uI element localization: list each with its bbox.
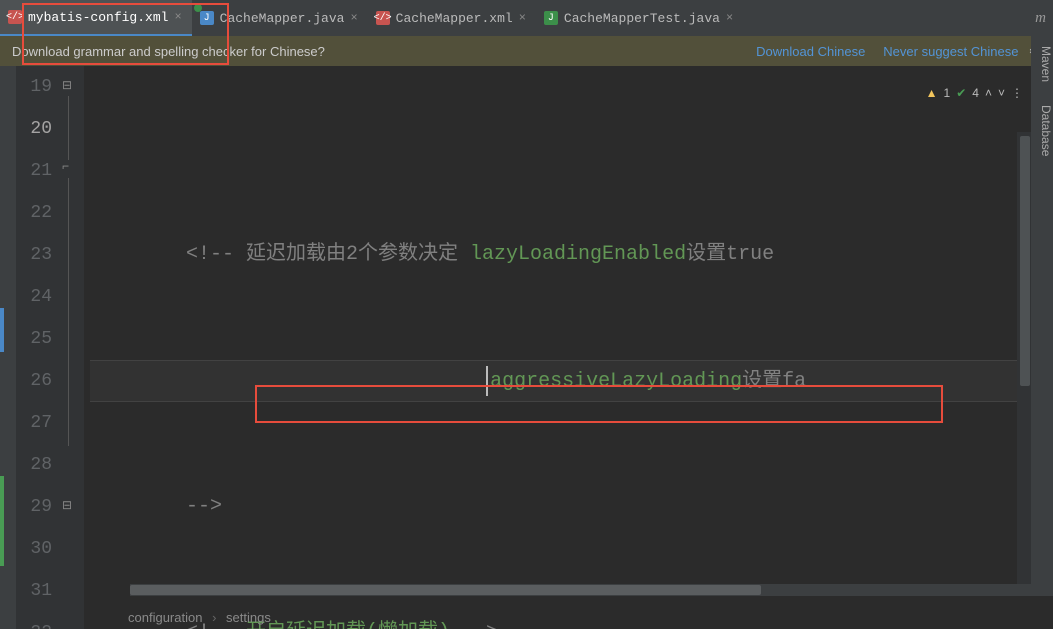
ok-icon: ✔ — [956, 72, 966, 114]
code-line: --> — [90, 486, 1053, 528]
chevron-up-icon[interactable]: ˄ — [985, 72, 992, 114]
chevron-down-icon[interactable]: ˅ — [998, 72, 1005, 114]
tab-label: CacheMapper.java — [220, 11, 345, 26]
tab-mybatis-config[interactable]: </> mybatis-config.xml × — [0, 0, 192, 36]
breadcrumb[interactable]: configuration › settings — [128, 610, 271, 625]
vcs-marker — [0, 476, 4, 566]
code-line: aggressiveLazyLoading设置fa — [90, 360, 1053, 402]
right-tool-strip: m Maven Database — [1031, 36, 1053, 596]
ok-count: 4 — [972, 72, 979, 114]
xml-icon: </> — [376, 11, 390, 25]
editor: 1920212223242526272829303132 ⊟ ⌐ ⊟ ▲1 ✔4… — [0, 66, 1053, 629]
breadcrumb-item[interactable]: configuration — [128, 610, 202, 625]
tab-label: mybatis-config.xml — [28, 10, 168, 25]
fold-collapse-icon[interactable]: ⊟ — [62, 498, 72, 513]
tab-cachemapper-java[interactable]: J CacheMapper.java × — [192, 0, 368, 36]
close-icon[interactable]: × — [726, 11, 733, 25]
warning-icon: ▲ — [926, 72, 938, 114]
database-tool-button[interactable]: Database — [1036, 95, 1053, 166]
code-line: <!-- 延迟加载由2个参数决定 lazyLoadingEnabled设置tru… — [90, 234, 1053, 276]
chevron-right-icon: › — [212, 610, 216, 625]
close-icon[interactable]: × — [174, 10, 181, 24]
scrollbar-thumb[interactable] — [130, 585, 761, 595]
inspection-indicators[interactable]: ▲1 ✔4 ˄ ˅ ⋮ — [926, 72, 1023, 114]
banner-message: Download grammar and spelling checker fo… — [12, 44, 738, 59]
fold-end-icon[interactable]: ⌐ — [62, 160, 69, 174]
dirty-indicator — [194, 4, 202, 12]
scrollbar-thumb[interactable] — [1020, 136, 1030, 386]
download-chinese-link[interactable]: Download Chinese — [756, 44, 865, 59]
close-icon[interactable]: × — [519, 11, 526, 25]
editor-tabs: </> mybatis-config.xml × J CacheMapper.j… — [0, 0, 1053, 36]
caret — [486, 366, 488, 396]
logo-icon: m — [1032, 0, 1049, 37]
fold-collapse-icon[interactable]: ⊟ — [62, 78, 72, 93]
never-suggest-link[interactable]: Never suggest Chinese — [883, 44, 1018, 59]
xml-icon: </> — [8, 10, 22, 24]
test-icon: J — [544, 11, 558, 25]
line-gutter: 1920212223242526272829303132 — [16, 66, 58, 629]
java-icon: J — [200, 11, 214, 25]
vcs-marker — [0, 308, 4, 352]
maven-tool-button[interactable]: Maven — [1036, 36, 1053, 92]
fold-line — [68, 178, 69, 446]
tab-label: CacheMapper.xml — [396, 11, 513, 26]
fold-gutter: ⊟ ⌐ ⊟ — [58, 66, 84, 629]
warning-count: 1 — [944, 72, 951, 114]
fold-line — [68, 96, 69, 160]
close-icon[interactable]: × — [350, 11, 357, 25]
tab-cachemapper-xml[interactable]: </> CacheMapper.xml × — [368, 0, 536, 36]
breadcrumb-item[interactable]: settings — [226, 610, 271, 625]
tab-cachemappertest-java[interactable]: J CacheMapperTest.java × — [536, 0, 743, 36]
marker-strip — [0, 66, 16, 629]
more-icon[interactable]: ⋮ — [1011, 72, 1023, 114]
notification-banner: Download grammar and spelling checker fo… — [0, 36, 1053, 66]
vertical-scrollbar[interactable] — [1017, 132, 1031, 584]
code-area[interactable]: ▲1 ✔4 ˄ ˅ ⋮ <!-- 延迟加载由2个参数决定 lazyLoading… — [84, 66, 1053, 629]
tab-label: CacheMapperTest.java — [564, 11, 720, 26]
horizontal-scrollbar[interactable] — [130, 584, 1031, 596]
